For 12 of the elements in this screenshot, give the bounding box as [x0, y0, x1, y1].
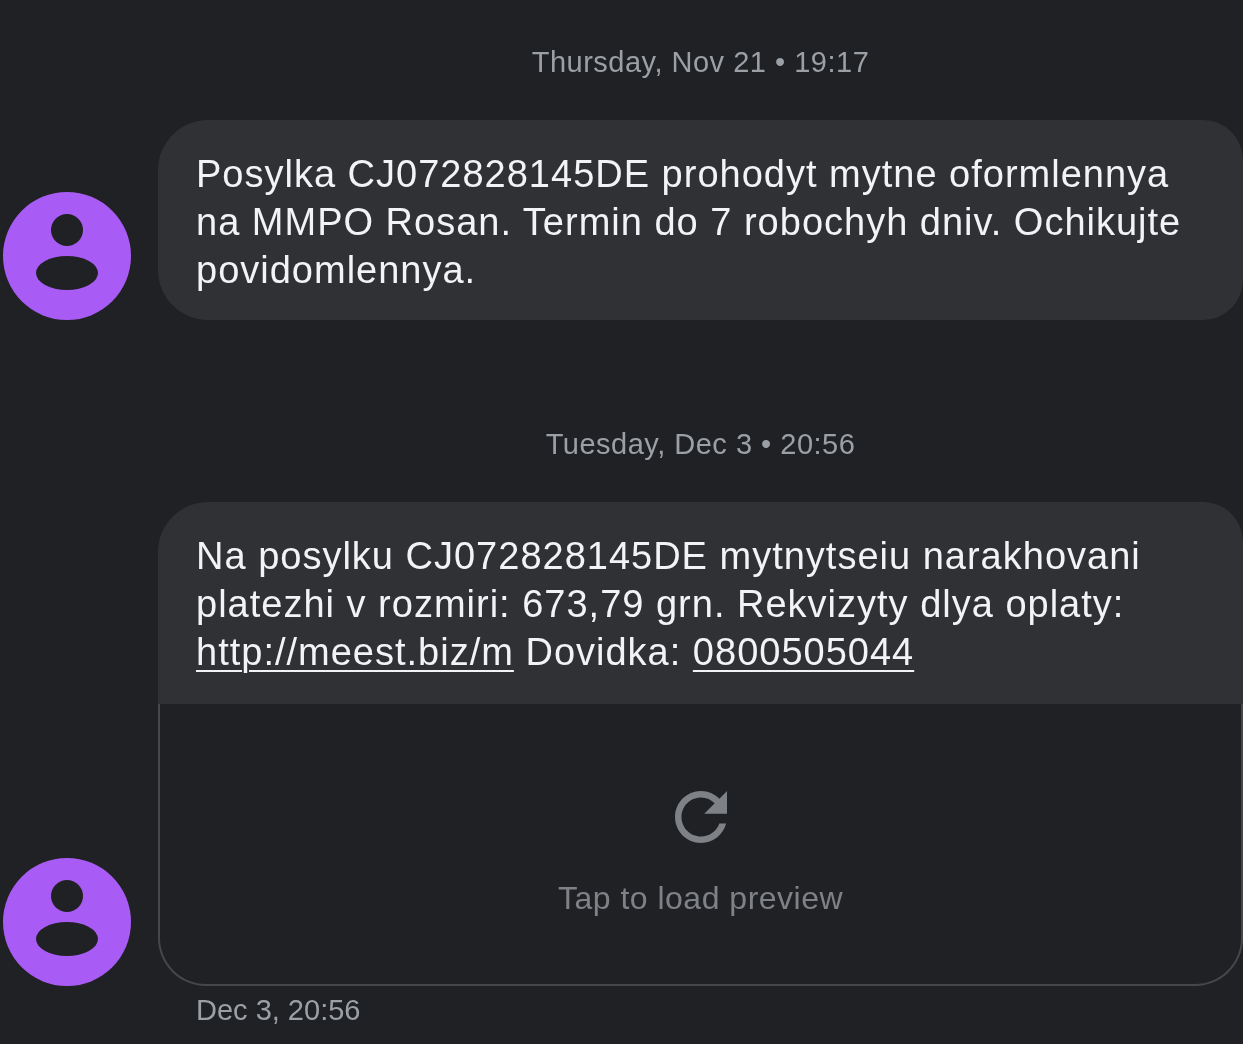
- message-link[interactable]: 0800505044: [692, 631, 915, 673]
- message-text: Na posylku CJ072828145DE mytnytseiu narakhovani platezhi v rozmiri: 673,79 grn. Rekvizyty dlya oplaty: http://meest.biz/m Dovidka: 0800505044: [196, 534, 1142, 675]
- avatar-icon: [3, 858, 131, 986]
- message-text: Posylka CJ072828145DE prohodyt mytne oformlennya na MMPO Rosan. Termin do 7 robochyh dniv. Ochikujte povidomlennya.: [196, 152, 1183, 293]
- refresh-icon: [674, 791, 727, 843]
- date-divider: Thursday, Nov 21 • 19:17: [531, 45, 870, 79]
- avatar-icon: [3, 192, 131, 320]
- message-link[interactable]: http://meest.biz/m: [196, 631, 514, 673]
- link-preview-card[interactable]: Tap to load preview: [158, 704, 1243, 986]
- message-timestamp: Dec 3, 20:56: [196, 994, 361, 1026]
- preview-label: Tap to load preview: [557, 879, 844, 917]
- date-divider: Tuesday, Dec 3 • 20:56: [545, 427, 856, 461]
